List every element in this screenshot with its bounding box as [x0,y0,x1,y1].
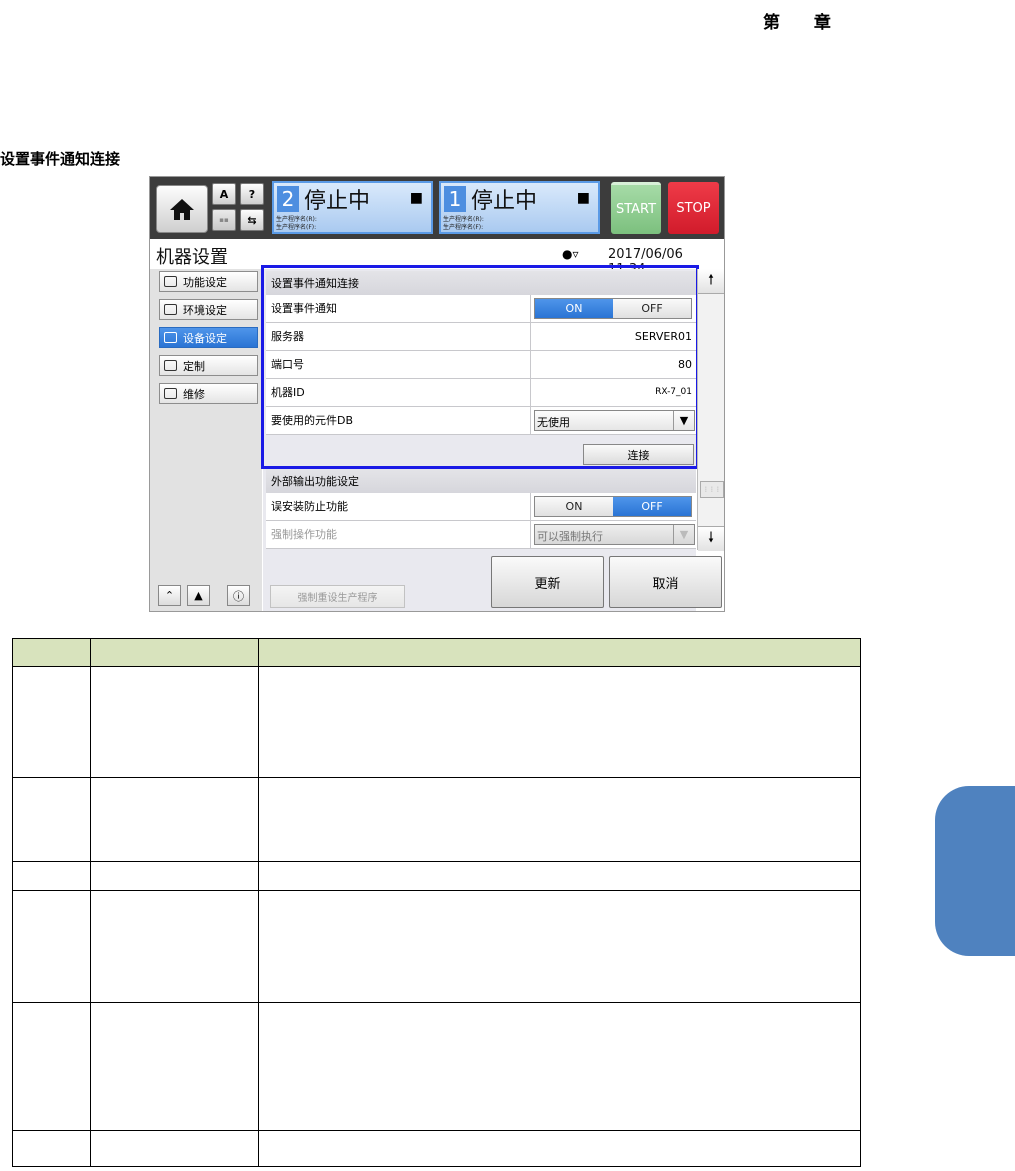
mode-a-button[interactable]: A [212,183,236,205]
scrollbar[interactable]: 🠕 ⋮⋮⋮ 🠗 [697,269,724,551]
update-button[interactable]: 更新 [491,556,604,608]
force-select[interactable]: 可以强制执行 ▼ [534,524,695,545]
status-panel-2[interactable]: 2 停止中 ■ 生产程序名(R): 生产程序名(F): [272,181,433,234]
chapter-label: 第 章 [763,13,845,33]
warning-icon[interactable]: ▲ [187,585,210,606]
stop-button[interactable]: STOP [668,182,719,234]
sidebar-item-label: 环境设定 [183,303,227,317]
table-row [12,666,861,778]
start-button[interactable]: START [611,182,661,234]
program-f-label: 生产程序名(F): [443,224,484,231]
network-icon[interactable]: ⇆ [240,209,264,231]
device-icon [164,332,177,343]
table-row [12,1130,861,1167]
on-option[interactable]: ON [535,497,613,516]
misinstall-toggle[interactable]: ON OFF [534,496,692,517]
sidebar-item-label: 功能设定 [183,275,227,289]
scroll-thumb[interactable]: ⋮⋮⋮ [700,481,724,498]
lane-number: 2 [277,186,299,212]
sidebar-item-custom[interactable]: 定制 [159,355,258,376]
table-row [12,777,861,862]
row-label: 误安装防止功能 [271,500,348,513]
program-r-label: 生产程序名(R): [443,216,484,223]
sidebar-item-label: 设备设定 [183,331,227,345]
group-header: 外部输出功能设定 [266,469,696,493]
custom-icon [164,360,177,371]
program-r-label: 生产程序名(R): [276,216,317,223]
sidebar: 功能设定 环境设定 设备设定 定制 维修 ⌃ ▲ ⓘ [150,269,262,611]
operator-icon: ■ [409,190,423,206]
section-title: 设置事件通知连接 [0,150,121,168]
sidebar-item-environment[interactable]: 环境设定 [159,299,258,320]
status-text: 停止中 [471,189,538,214]
row-label: 强制操作功能 [271,528,337,541]
arrow-up-icon[interactable]: 🠕 [698,269,724,294]
description-table [12,638,861,1167]
arrow-down-icon[interactable]: 🠗 [698,526,724,551]
top-bar: A ? ▪▪ ⇆ 2 停止中 ■ 生产程序名(R): 生产程序名(F): 1 停… [150,177,724,239]
column-header [258,638,861,667]
help-button[interactable]: ? [240,183,264,205]
home-icon [170,199,194,220]
column-header [12,638,91,667]
info-icon[interactable]: ⓘ [227,585,250,606]
sidebar-item-function[interactable]: 功能设定 [159,271,258,292]
monitor-icon [164,304,177,315]
table-row [12,890,861,1003]
misinstall-row: 误安装防止功能 ON OFF [266,493,696,521]
off-option[interactable]: OFF [613,497,691,516]
sidebar-item-label: 定制 [183,359,205,373]
table-header-row [12,638,861,667]
chapter-tab [935,786,1015,956]
force-row: 强制操作功能 可以强制执行 ▼ [266,521,696,549]
sidebar-item-device[interactable]: 设备设定 [159,327,258,348]
table-row [12,861,861,891]
status-panel-1[interactable]: 1 停止中 ■ 生产程序名(R): 生产程序名(F): [439,181,600,234]
home-button[interactable] [156,185,208,233]
dropdown-arrow-icon: ▼ [673,525,694,544]
program-f-label: 生产程序名(F): [276,224,317,231]
operator-icon: ■ [576,190,590,206]
screen-title: 机器设置 [156,247,228,268]
users-icon: ▪▪ [212,209,236,231]
lane-number: 1 [444,186,466,212]
device-screenshot: A ? ▪▪ ⇆ 2 停止中 ■ 生产程序名(R): 生产程序名(F): 1 停… [149,176,725,612]
function-icon [164,276,177,287]
maintenance-icon [164,388,177,399]
highlight-box [261,265,699,469]
sidebar-item-label: 维修 [183,387,205,401]
sidebar-item-maintenance[interactable]: 维修 [159,383,258,404]
select-value: 可以强制执行 [537,530,603,543]
table-row [12,1002,861,1131]
chevron-up-double-icon[interactable]: ⌃ [158,585,181,606]
force-reset-button[interactable]: 强制重设生产程序 [270,585,405,608]
user-icon: ●▿ [562,247,579,261]
status-text: 停止中 [304,189,371,214]
cancel-button[interactable]: 取消 [609,556,722,608]
column-header [90,638,259,667]
